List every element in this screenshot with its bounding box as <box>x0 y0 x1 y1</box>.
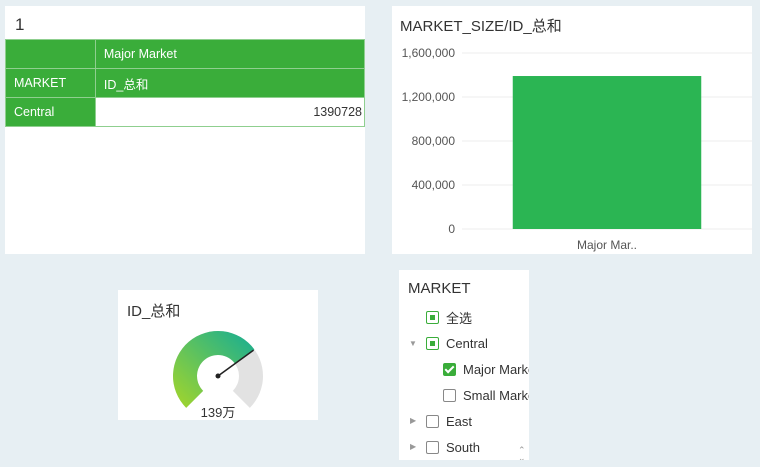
table-header-cell[interactable]: ID_总和 <box>94 68 366 98</box>
select-all-label: 全选 <box>446 310 473 326</box>
expand-right-icon[interactable]: ▶ <box>410 442 416 451</box>
gauge-chart <box>173 331 263 408</box>
x-tick-label: Major Mar.. <box>577 238 637 252</box>
tree-item-east[interactable]: East <box>426 411 472 431</box>
small-market-checkbox[interactable] <box>443 388 456 402</box>
gauge-panel: ID_总和 139万 <box>118 290 318 420</box>
table-header-cell <box>5 39 96 69</box>
select-all-checkbox[interactable] <box>426 310 439 324</box>
gauge-pivot <box>215 373 221 379</box>
table-header-cell[interactable]: MARKET <box>5 68 96 98</box>
central-checkbox[interactable] <box>426 336 439 350</box>
table-header-cell[interactable]: Major Market <box>94 39 366 69</box>
row-label-cell[interactable]: Central <box>5 97 96 127</box>
tree-item-south[interactable]: South <box>426 437 480 457</box>
pivot-table: Major Market MARKET ID_总和 Central 139072… <box>5 39 366 127</box>
y-tick-label: 0 <box>448 222 455 236</box>
pivot-table-panel: 1 Major Market MARKET ID_总和 Central 1390… <box>5 6 366 254</box>
select-all-option[interactable]: 全选 <box>426 307 472 327</box>
bar-chart: 0 400,000 800,000 1,200,000 1,600,000 Major M… <box>402 46 752 252</box>
y-tick-label: 1,200,000 <box>402 90 456 104</box>
y-tick-label: 400,000 <box>412 178 456 192</box>
y-tick-label: 1,600,000 <box>402 46 456 60</box>
tree-item-label: Major Market <box>463 361 529 377</box>
bar[interactable] <box>512 76 702 229</box>
filter-title: MARKET <box>408 280 471 297</box>
table-header-row: MARKET ID_总和 <box>5 68 366 98</box>
tree-item-label: South <box>446 439 480 455</box>
market-filter-panel: MARKET 全选 ▼ Central Major Market Small M… <box>399 270 529 460</box>
table-header-row: Major Market <box>5 39 366 69</box>
east-checkbox[interactable] <box>426 414 439 428</box>
tree-item-major-market[interactable]: Major Market <box>443 359 529 379</box>
tree-item-label: Central <box>446 335 488 351</box>
gauge-value: 139万 <box>200 405 236 420</box>
panel-title: 1 <box>15 15 25 34</box>
expand-right-icon[interactable]: ▶ <box>410 416 416 425</box>
scroll-arrows-icon[interactable]: ⌃ ⌄ <box>518 446 526 461</box>
tree-item-central[interactable]: Central <box>426 333 488 353</box>
south-checkbox[interactable] <box>426 440 439 454</box>
expand-down-icon[interactable]: ▼ <box>409 339 417 348</box>
table-row: Central 1390728 <box>5 97 366 127</box>
bar-chart-panel: MARKET_SIZE/ID_总和 0 400,000 800,000 1,200,0… <box>392 6 752 254</box>
tree-item-small-market[interactable]: Small Market <box>443 385 529 405</box>
major-market-checkbox[interactable] <box>443 362 456 376</box>
y-tick-label: 800,000 <box>412 134 456 148</box>
tree-item-label: East <box>446 413 473 429</box>
tree-item-label: Small Market <box>463 387 529 403</box>
value-cell: 1390728 <box>94 97 366 127</box>
